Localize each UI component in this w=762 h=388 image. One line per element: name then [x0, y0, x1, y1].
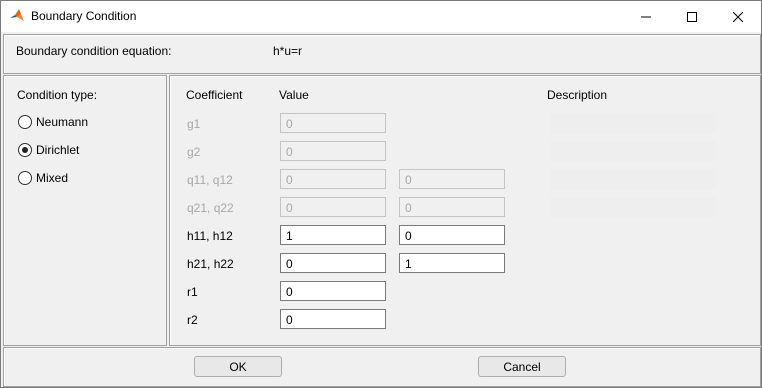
condition-type-panel: Condition type: Neumann Dirichlet Mixed [3, 75, 167, 346]
value-field-h12[interactable]: 0 [399, 225, 505, 245]
close-button[interactable] [715, 1, 761, 32]
description-g2 [550, 141, 716, 161]
description-q11-q12 [550, 169, 716, 189]
coefficient-label-r2: r2 [187, 313, 198, 327]
coefficient-panel: Coefficient Value Description g1 0 g2 0 … [169, 75, 761, 346]
value-field-g1[interactable]: 0 [280, 113, 386, 133]
value-field-q12[interactable]: 0 [399, 169, 505, 189]
coefficient-label-q21-q22: q21, q22 [187, 201, 234, 215]
radio-selected-dot [22, 147, 28, 153]
value-field-q22[interactable]: 0 [399, 197, 505, 217]
value-field-r2[interactable]: 0 [280, 309, 386, 329]
value-field-h21[interactable]: 0 [280, 253, 386, 273]
description-q21-q22 [550, 197, 716, 217]
radio-dirichlet-label: Dirichlet [36, 143, 80, 157]
radio-mixed-circle[interactable] [18, 171, 32, 185]
condition-type-label: Condition type: [17, 88, 98, 102]
equation-value: h*u=r [273, 44, 303, 58]
button-panel: OK Cancel [3, 347, 761, 387]
description-header: Description [547, 88, 608, 102]
close-icon [733, 11, 743, 22]
radio-dirichlet-circle[interactable] [18, 143, 32, 157]
cancel-button[interactable]: Cancel [478, 356, 566, 377]
radio-neumann[interactable]: Neumann [18, 114, 88, 130]
value-field-h11[interactable]: 1 [280, 225, 386, 245]
description-g1 [550, 113, 716, 133]
boundary-condition-dialog: Boundary Condition Boundary condition eq… [0, 0, 762, 388]
radio-dirichlet[interactable]: Dirichlet [18, 142, 79, 158]
maximize-button[interactable] [669, 1, 715, 32]
value-field-r1[interactable]: 0 [280, 281, 386, 301]
coefficient-label-h11-h12: h11, h12 [187, 229, 233, 243]
coefficient-label-g1: g1 [187, 117, 201, 131]
matlab-membrane-icon [9, 8, 25, 24]
equation-panel: Boundary condition equation: h*u=r [3, 34, 761, 74]
radio-mixed[interactable]: Mixed [18, 170, 68, 186]
coefficient-header: Coefficient [186, 88, 243, 102]
minimize-button[interactable] [623, 1, 669, 32]
minimize-icon [641, 12, 651, 22]
value-field-g2[interactable]: 0 [280, 141, 386, 161]
radio-neumann-circle[interactable] [18, 115, 32, 129]
window-title: Boundary Condition [31, 9, 137, 23]
maximize-icon [687, 11, 697, 22]
ok-button[interactable]: OK [194, 356, 282, 377]
value-field-q21[interactable]: 0 [280, 197, 386, 217]
value-field-h22[interactable]: 1 [399, 253, 505, 273]
coefficient-label-h21-h22: h21, h22 [187, 257, 234, 271]
value-header: Value [279, 88, 309, 102]
radio-mixed-label: Mixed [36, 171, 69, 185]
title-bar[interactable]: Boundary Condition [1, 1, 761, 32]
coefficient-label-r1: r1 [187, 285, 198, 299]
equation-label: Boundary condition equation: [16, 44, 172, 58]
value-field-q11[interactable]: 0 [280, 169, 386, 189]
coefficient-label-q11-q12: q11, q12 [187, 173, 233, 187]
radio-neumann-label: Neumann [36, 115, 89, 129]
coefficient-label-g2: g2 [187, 145, 201, 159]
